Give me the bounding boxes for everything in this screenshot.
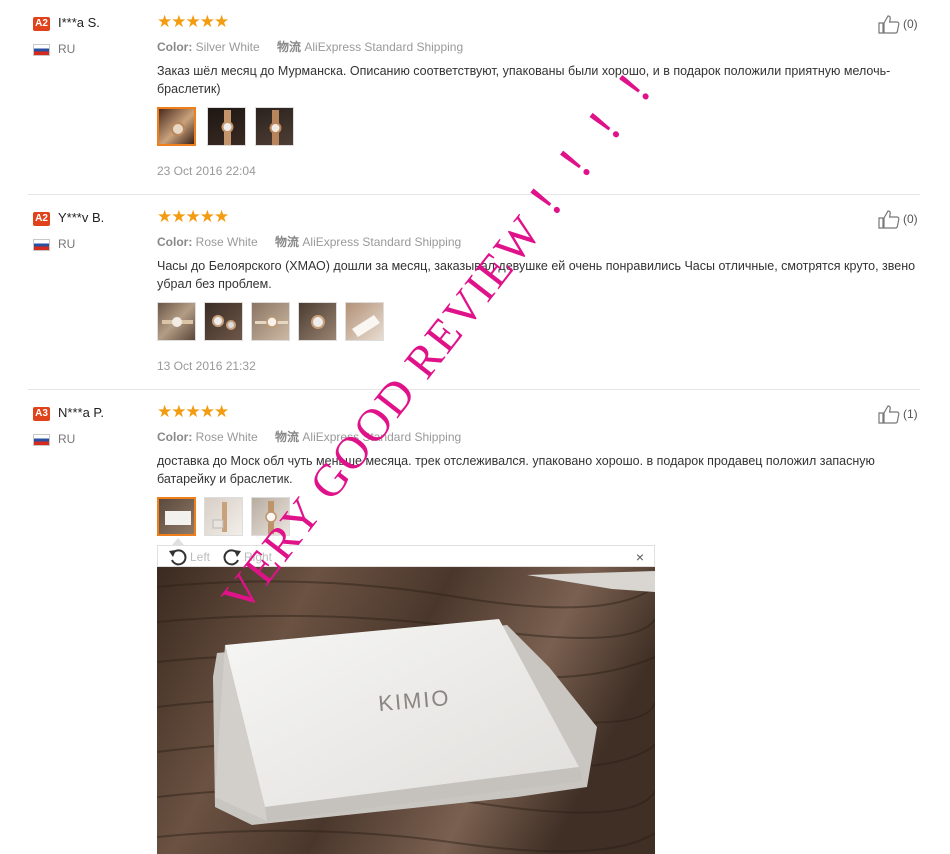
helpful-count: (0) xyxy=(903,17,918,31)
helpful-button[interactable]: (1) xyxy=(877,404,918,424)
rotate-left-label: Left xyxy=(190,550,211,564)
order-info: Color: Rose White 物流 AliExpress Standard… xyxy=(157,233,461,250)
color-value: Rose White xyxy=(195,235,258,249)
thumbs-up-icon xyxy=(878,405,900,424)
color-value: Rose White xyxy=(195,430,258,444)
reviewer-name: I***a S. xyxy=(58,15,100,30)
russia-flag-icon xyxy=(33,44,50,56)
review-photo-thumbnail[interactable] xyxy=(251,497,290,536)
buyer-level-badge: A2 xyxy=(33,212,50,226)
review-photo-thumbnail[interactable] xyxy=(157,497,196,536)
helpful-button[interactable]: (0) xyxy=(877,209,918,229)
rotate-right-button[interactable]: Right xyxy=(222,548,272,566)
close-viewer-button[interactable]: × xyxy=(636,549,644,565)
order-info: Color: Rose White 物流 AliExpress Standard… xyxy=(157,428,461,445)
reviewer-country: RU xyxy=(58,432,76,446)
helpful-button[interactable]: (0) xyxy=(877,14,918,34)
shipping-label: 物流 xyxy=(275,235,300,249)
color-label: Color: xyxy=(157,235,193,249)
review-text: Заказ шёл месяц до Мурманска. Описанию с… xyxy=(157,64,891,96)
color-label: Color: xyxy=(157,430,193,444)
rating-stars: ★★★★★ xyxy=(157,402,229,421)
viewer-pointer xyxy=(172,538,184,545)
enlarged-review-photo: KIMIO xyxy=(157,567,655,854)
buyer-level-badge: A2 xyxy=(33,17,50,31)
shipping-label: 物流 xyxy=(275,430,300,444)
color-value: Silver White xyxy=(195,40,260,54)
color-label: Color: xyxy=(157,40,193,54)
reviewer-country: RU xyxy=(58,42,76,56)
rotate-right-label: Right xyxy=(244,550,273,564)
rotate-right-icon xyxy=(223,549,241,566)
review-photo-thumbnail[interactable] xyxy=(157,302,196,341)
review-photo-thumbnail[interactable] xyxy=(157,107,196,146)
review-item: A2 I***a S. RU ★★★★★ Color: Silver White… xyxy=(0,0,950,195)
review-photo-thumbnail[interactable] xyxy=(255,107,294,146)
review-date: 23 Oct 2016 22:04 xyxy=(157,164,256,178)
russia-flag-icon xyxy=(33,239,50,251)
reviewer-name: N***a P. xyxy=(58,405,105,420)
review-photo-thumbnail[interactable] xyxy=(204,497,243,536)
reviewer-country: RU xyxy=(58,237,76,251)
rotate-left-button[interactable]: Left xyxy=(168,548,210,566)
shipping-label: 物流 xyxy=(277,40,302,54)
rating-stars: ★★★★★ xyxy=(157,12,229,31)
thumbs-up-icon xyxy=(878,15,900,34)
rating-stars: ★★★★★ xyxy=(157,207,229,226)
viewer-toolbar: Left Right × xyxy=(157,545,655,567)
reviewer-name: Y***v B. xyxy=(58,210,105,225)
review-photo-thumbnail[interactable] xyxy=(345,302,384,341)
buyer-level-badge: A3 xyxy=(33,407,50,421)
review-photo-thumbnail[interactable] xyxy=(207,107,246,146)
review-date: 13 Oct 2016 21:32 xyxy=(157,359,256,373)
review-text: Часы до Белоярского (ХМАО) дошли за меся… xyxy=(157,259,916,291)
review-item: A2 Y***v B. RU ★★★★★ Color: Rose White 物… xyxy=(0,195,950,390)
shipping-value: AliExpress Standard Shipping xyxy=(302,235,462,249)
review-text: доставка до Моск обл чуть меньше месяца.… xyxy=(157,454,875,486)
review-photo-thumbnail[interactable] xyxy=(204,302,243,341)
shipping-value: AliExpress Standard Shipping xyxy=(304,40,464,54)
image-viewer: Left Right × KIMIO xyxy=(157,545,655,854)
order-info: Color: Silver White 物流 AliExpress Standa… xyxy=(157,38,463,55)
review-photo-thumbnail[interactable] xyxy=(251,302,290,341)
thumbs-up-icon xyxy=(878,210,900,229)
russia-flag-icon xyxy=(33,434,50,446)
review-photo-thumbnail[interactable] xyxy=(298,302,337,341)
helpful-count: (0) xyxy=(903,212,918,226)
helpful-count: (1) xyxy=(903,407,918,421)
shipping-value: AliExpress Standard Shipping xyxy=(302,430,462,444)
rotate-left-icon xyxy=(169,549,187,566)
